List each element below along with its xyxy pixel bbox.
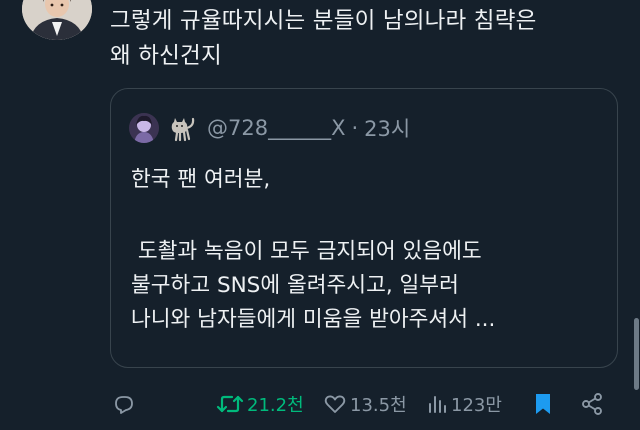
views-button[interactable]: 123만 bbox=[426, 386, 502, 422]
like-button[interactable]: 13.5천 bbox=[323, 386, 407, 422]
quoted-author-avatar-icon[interactable] bbox=[129, 113, 159, 143]
quoted-author-handle[interactable]: @728______X bbox=[207, 116, 345, 140]
quoted-tweet-card[interactable]: @728______X · 23시 한국 팬 여러분, 도촬과 녹음이 모두 금… bbox=[110, 88, 618, 368]
quoted-text-line: 도촬과 녹음이 모두 금지되어 있음에도 bbox=[131, 239, 482, 264]
views-count: 123만 bbox=[451, 395, 502, 416]
black-cat-icon bbox=[167, 113, 197, 143]
tweet-text-line: 그렇게 규율따지시는 분들이 남의나라 침략은 bbox=[110, 8, 537, 34]
retweet-button[interactable]: 21.2천 bbox=[216, 386, 304, 422]
quoted-tweet-text: 한국 팬 여러분, 도촬과 녹음이 모두 금지되어 있음에도 불구하고 SNS에… bbox=[131, 163, 601, 337]
reply-button[interactable] bbox=[112, 386, 136, 422]
scrollbar-thumb[interactable] bbox=[634, 318, 639, 390]
bookmark-icon bbox=[536, 394, 550, 414]
bookmark-button[interactable] bbox=[532, 386, 554, 422]
retweet-icon bbox=[216, 395, 244, 413]
share-icon bbox=[582, 393, 602, 415]
separator-dot: · bbox=[351, 116, 359, 140]
tweet-screenshot: 그렇게 규율따지시는 분들이 남의나라 침략은 왜 하신건지 @728_____… bbox=[0, 0, 640, 430]
heart-icon bbox=[324, 395, 346, 413]
tweet-text-line: 왜 하신건지 bbox=[110, 43, 222, 69]
quoted-text-line: 한국 팬 여러분, bbox=[131, 167, 271, 192]
reply-icon bbox=[115, 396, 133, 414]
views-chart-icon bbox=[429, 396, 446, 413]
quoted-tweet-time[interactable]: 23시 bbox=[364, 113, 410, 143]
like-count: 13.5천 bbox=[350, 395, 407, 416]
quoted-text-line: 나니와 남자들에게 미움을 받아주셔서 ... bbox=[131, 307, 496, 332]
tweet-action-bar: 21.2천 13.5천 123만 bbox=[0, 386, 640, 422]
quoted-tweet-header: @728______X · 23시 bbox=[129, 111, 410, 145]
share-button[interactable] bbox=[580, 386, 604, 422]
quoted-text-blank-line bbox=[131, 197, 601, 235]
tweet-text: 그렇게 규율따지시는 분들이 남의나라 침략은 왜 하신건지 bbox=[110, 4, 630, 74]
quoted-text-line: 불구하고 SNS에 올려주시고, 일부러 bbox=[131, 273, 459, 298]
retweet-count: 21.2천 bbox=[247, 395, 304, 416]
profile-photo-icon[interactable] bbox=[22, 0, 92, 40]
